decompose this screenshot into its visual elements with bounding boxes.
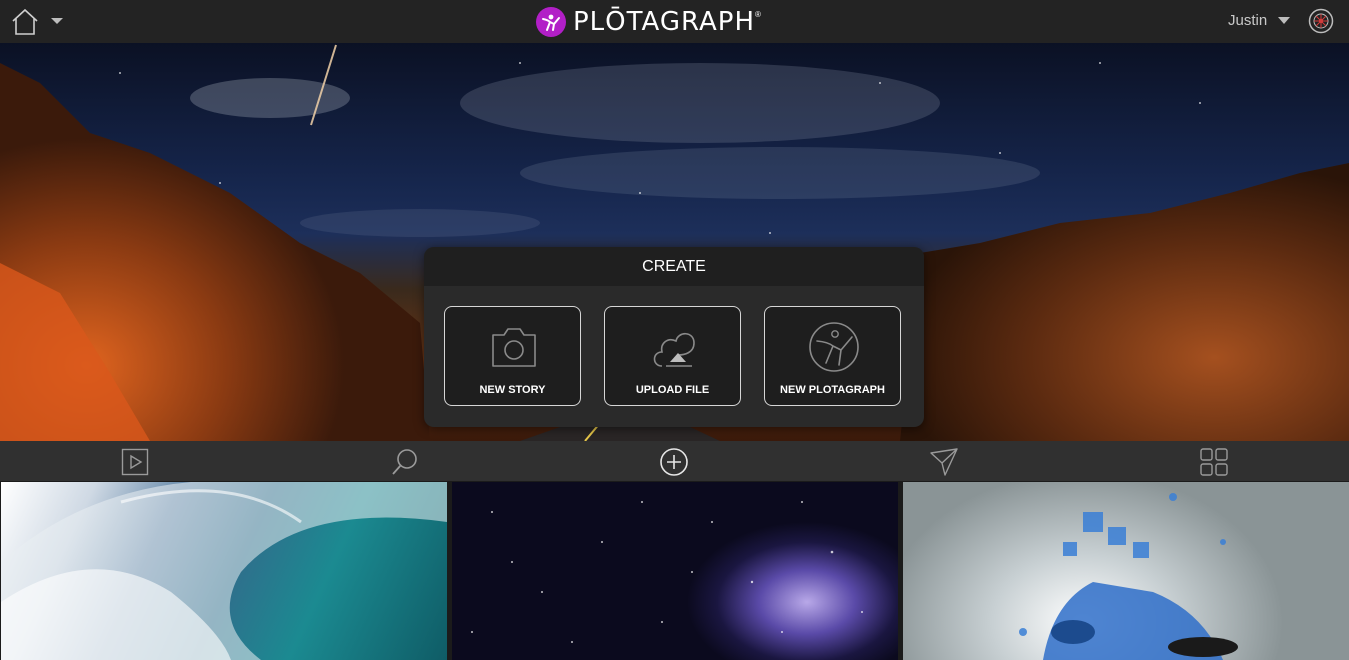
grid-icon[interactable]	[1199, 447, 1229, 477]
home-menu-caret-icon[interactable]	[50, 16, 64, 26]
plotagraph-logo-icon	[809, 322, 859, 372]
camera-icon	[492, 328, 536, 367]
search-icon[interactable]	[390, 447, 420, 477]
user-menu-name[interactable]: Justin	[1228, 12, 1267, 30]
send-icon[interactable]	[929, 447, 959, 477]
home-icon[interactable]	[10, 7, 40, 37]
registered-mark: ®	[755, 10, 761, 19]
gallery-item-ocean-wave[interactable]	[1, 482, 447, 660]
gallery-grid	[0, 481, 1349, 660]
add-icon[interactable]	[659, 447, 689, 477]
wave-thumbnail-art	[1, 482, 447, 660]
galaxy-thumbnail-art	[471, 501, 863, 643]
scooter-thumbnail-art	[1019, 493, 1238, 660]
create-dialog: CREATE NEW STORY UPLOAD FILE NEW PLOTAGR…	[424, 247, 924, 427]
upload-file-label: UPLOAD FILE	[635, 384, 710, 396]
brand-logo[interactable]: PLŌTAGRAPH ®	[536, 6, 761, 38]
upload-file-button[interactable]: UPLOAD FILE	[604, 306, 741, 406]
gallery-item-scooter[interactable]	[903, 482, 1349, 660]
gallery-item-galaxy[interactable]	[452, 482, 898, 660]
plotagraph-logo-icon	[536, 7, 566, 37]
play-icon[interactable]	[120, 447, 150, 477]
new-story-label: NEW STORY	[479, 384, 546, 396]
user-menu-caret-icon[interactable]	[1278, 17, 1290, 25]
new-plotagraph-label: NEW PLOTAGRAPH	[780, 384, 885, 396]
settings-icon[interactable]	[1308, 8, 1334, 34]
new-story-button[interactable]: NEW STORY	[444, 306, 581, 406]
bottom-nav-bar	[0, 441, 1349, 481]
new-plotagraph-button[interactable]: NEW PLOTAGRAPH	[764, 306, 901, 406]
upload-cloud-icon	[653, 332, 695, 367]
brand-name: PLŌTAGRAPH	[573, 7, 755, 37]
top-bar: PLŌTAGRAPH ® Justin	[0, 0, 1349, 43]
create-dialog-title: CREATE	[424, 247, 924, 286]
